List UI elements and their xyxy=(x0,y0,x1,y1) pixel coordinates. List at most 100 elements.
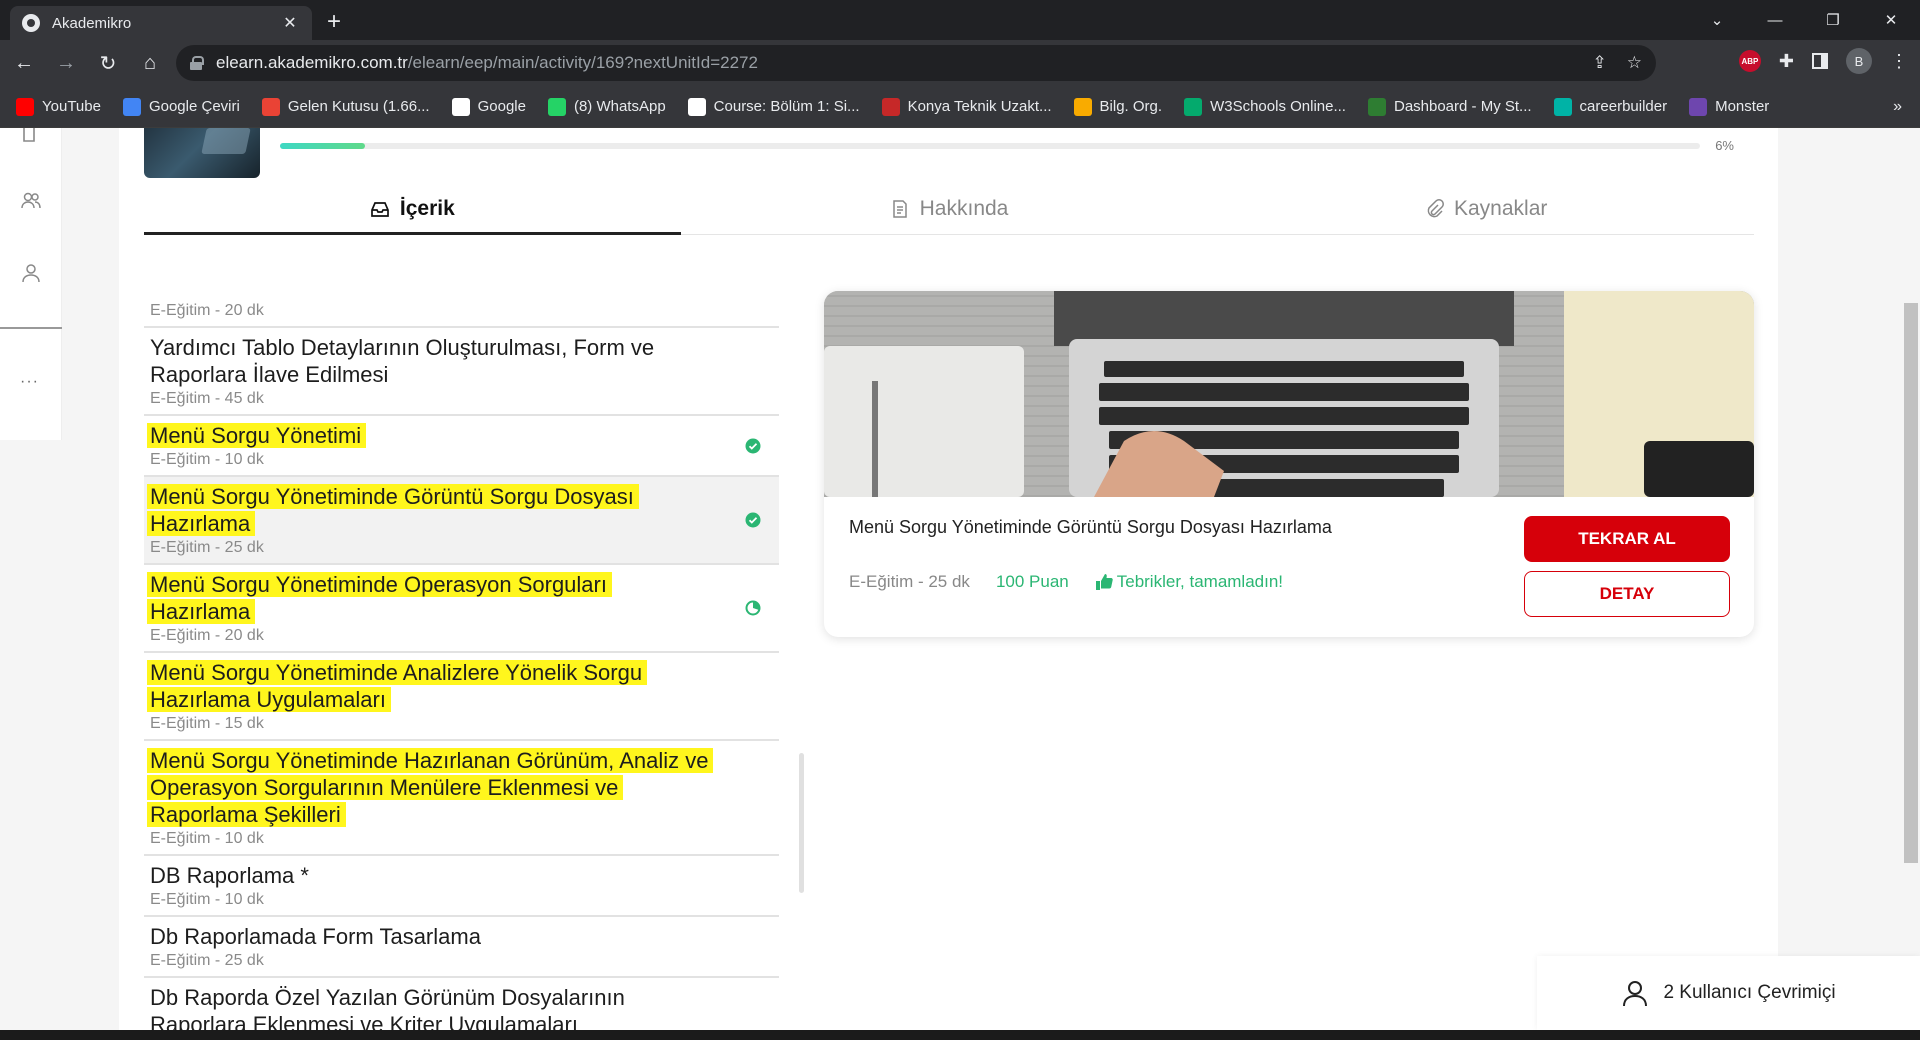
side-panel-icon[interactable] xyxy=(1812,53,1828,69)
browser-toolbar: ← → ↻ ⌂ elearn.akademikro.com.tr/elearn/… xyxy=(0,40,1920,86)
bookmark-item[interactable]: W3Schools Online... xyxy=(1184,97,1346,116)
bookmarks-overflow-icon[interactable]: » xyxy=(1893,98,1902,116)
thumbs-up-icon xyxy=(1095,574,1113,590)
globe-icon xyxy=(22,14,40,32)
bookmark-label: Dashboard - My St... xyxy=(1393,98,1532,115)
lesson-meta: E-Eğitim - 25 dk xyxy=(150,952,264,969)
lesson-title: Db Raporda Özel Yazılan Görünüm Dosyalar… xyxy=(150,985,625,1030)
bookmark-item[interactable]: Dashboard - My St... xyxy=(1367,97,1532,116)
url-text[interactable]: elearn.akademikro.com.tr/elearn/eep/main… xyxy=(216,53,1573,73)
lesson-row[interactable]: Menü Sorgu Yönetimi E-Eğitim - 10 dk xyxy=(144,416,779,477)
bookmark-label: Monster xyxy=(1715,98,1770,115)
bookmark-label: Google Çeviri xyxy=(148,98,240,115)
lesson-title-wrap: Db Raporlamada Form Tasarlama xyxy=(150,923,710,950)
restore-button[interactable]: ❐ xyxy=(1804,0,1862,40)
page-content: ··· 6% İçerik Hakkında Kaynaklar E-Eğiti… xyxy=(0,128,1920,1030)
list-scrollbar[interactable] xyxy=(799,753,804,893)
bookmark-item[interactable]: careerbuilder xyxy=(1553,97,1668,116)
forward-button[interactable]: → xyxy=(48,45,84,81)
detail-completed-text: Tebrikler, tamamladın! xyxy=(1116,572,1284,591)
bookmark-item[interactable]: Gelen Kutusu (1.66... xyxy=(261,97,430,116)
folder-icon xyxy=(1073,97,1092,116)
lesson-meta: E-Eğitim - 10 dk xyxy=(150,891,264,908)
tab-search-icon[interactable]: ⌄ xyxy=(1688,0,1746,40)
in-progress-icon xyxy=(745,600,761,616)
lesson-row[interactable]: Db Raporda Özel Yazılan Görünüm Dosyalar… xyxy=(144,978,779,1030)
laptop-keyboard-image xyxy=(824,291,1754,497)
retake-button[interactable]: TEKRAR AL xyxy=(1524,516,1730,562)
lesson-row[interactable]: Menü Sorgu Yönetiminde Operasyon Sorgula… xyxy=(144,565,779,653)
bookmark-label: YouTube xyxy=(42,98,101,115)
lesson-row[interactable]: Menü Sorgu Yönetiminde Görüntü Sorgu Dos… xyxy=(144,477,779,565)
lesson-row[interactable]: DB Raporlama * E-Eğitim - 10 dk xyxy=(144,856,779,917)
browser-tab[interactable]: Akademikro ✕ xyxy=(10,6,312,40)
new-tab-button[interactable]: + xyxy=(318,8,350,36)
paperclip-icon xyxy=(1427,198,1444,217)
lesson-row[interactable]: Db Raporlamada Form Tasarlama E-Eğitim - … xyxy=(144,917,779,978)
lock-icon[interactable] xyxy=(190,56,204,70)
lesson-title: Yardımcı Tablo Detaylarının Oluşturulmas… xyxy=(150,335,655,387)
dashboard-icon xyxy=(1367,97,1386,116)
bookmark-label: Konya Teknik Uzakt... xyxy=(907,98,1052,115)
bookmark-label: Google xyxy=(477,98,526,115)
window-controls: ⌄ — ❐ ✕ xyxy=(1688,0,1920,40)
address-bar[interactable]: elearn.akademikro.com.tr/elearn/eep/main… xyxy=(176,45,1656,81)
close-tab-icon[interactable]: ✕ xyxy=(280,13,300,33)
detail-duration: E-Eğitim - 25 dk xyxy=(849,572,970,591)
tab-resources-label: Kaynaklar xyxy=(1453,196,1548,220)
tab-resources[interactable]: Kaynaklar xyxy=(1217,183,1754,234)
share-icon[interactable]: ⇪ xyxy=(1593,53,1607,73)
lesson-title-wrap: Db Raporda Özel Yazılan Görünüm Dosyalar… xyxy=(150,984,710,1030)
lesson-row[interactable]: Yardımcı Tablo Detaylarının Oluşturulmas… xyxy=(144,328,779,416)
bookmark-item[interactable]: Bilg. Org. xyxy=(1073,97,1162,116)
course-progress-fill xyxy=(280,143,366,149)
lesson-title: Menü Sorgu Yönetiminde Hazırlanan Görünü… xyxy=(150,748,709,827)
bookmark-star-icon[interactable]: ☆ xyxy=(1627,53,1642,73)
bookmark-item[interactable]: Monster xyxy=(1689,97,1770,116)
bookmark-item[interactable]: (8) WhatsApp xyxy=(547,97,666,116)
bookmark-item[interactable]: YouTube xyxy=(16,97,101,116)
careerbuilder-icon xyxy=(1553,97,1572,116)
course-card: 6% İçerik Hakkında Kaynaklar E-Eğitim - … xyxy=(119,128,1778,1030)
bookmark-item[interactable]: Google Çeviri xyxy=(122,97,240,116)
adblock-icon[interactable]: ABP xyxy=(1738,50,1761,72)
lesson-title: Menü Sorgu Yönetiminde Operasyon Sorgula… xyxy=(150,572,607,624)
bookmark-label: careerbuilder xyxy=(1579,98,1668,115)
minimize-button[interactable]: — xyxy=(1746,0,1804,40)
lesson-meta: E-Eğitim - 25 dk xyxy=(150,539,264,556)
tab-about[interactable]: Hakkında xyxy=(681,183,1218,234)
browser-tabstrip: Akademikro ✕ + ⌄ — ❐ ✕ xyxy=(0,0,1920,40)
url-host: elearn.akademikro.com.tr xyxy=(216,53,408,72)
user-icon[interactable] xyxy=(20,262,42,284)
lesson-meta: E-Eğitim - 15 dk xyxy=(150,715,264,732)
close-window-button[interactable]: ✕ xyxy=(1862,0,1920,40)
bookmark-item[interactable]: Course: Bölüm 1: Si... xyxy=(687,97,860,116)
user-icon xyxy=(1623,981,1648,1007)
more-icon[interactable]: ··· xyxy=(20,373,39,391)
page-scrollbar[interactable] xyxy=(1904,303,1918,863)
lesson-title-wrap: DB Raporlama * xyxy=(150,862,710,889)
lesson-title: DB Raporlama * xyxy=(150,863,309,888)
online-users-widget[interactable]: 2 Kullanıcı Çevrimiçi xyxy=(1537,956,1920,1030)
home-button[interactable]: ⌂ xyxy=(132,45,168,81)
rail-divider xyxy=(0,327,62,329)
book-icon[interactable] xyxy=(20,128,42,144)
detail-button[interactable]: DETAY xyxy=(1524,571,1730,617)
extensions-puzzle-icon[interactable]: ✚ xyxy=(1779,51,1794,72)
lesson-row[interactable]: Menü Sorgu Yönetiminde Hazırlanan Görünü… xyxy=(144,741,779,856)
lesson-title-wrap: Menü Sorgu Yönetiminde Hazırlanan Görünü… xyxy=(150,747,710,828)
lesson-row[interactable]: Menü Sorgu Yönetiminde Analizlere Yöneli… xyxy=(144,653,779,741)
bookmark-item[interactable]: Konya Teknik Uzakt... xyxy=(881,97,1052,116)
bookmark-item[interactable]: Google xyxy=(451,97,526,116)
lesson-row-above[interactable]: E-Eğitim - 20 dk xyxy=(144,288,779,328)
tab-content[interactable]: İçerik xyxy=(144,183,681,235)
lesson-title-wrap: Yardımcı Tablo Detaylarının Oluşturulmas… xyxy=(150,334,710,388)
back-button[interactable]: ← xyxy=(6,45,42,81)
users-icon[interactable] xyxy=(20,190,42,212)
profile-avatar[interactable]: B xyxy=(1846,48,1872,74)
lesson-title: Menü Sorgu Yönetiminde Analizlere Yöneli… xyxy=(150,660,643,712)
browser-menu-icon[interactable]: ⋮ xyxy=(1890,51,1908,72)
lesson-title-wrap: Menü Sorgu Yönetimi xyxy=(150,422,710,449)
course-progress-label: 6% xyxy=(1715,138,1734,153)
reload-button[interactable]: ↻ xyxy=(90,45,126,81)
